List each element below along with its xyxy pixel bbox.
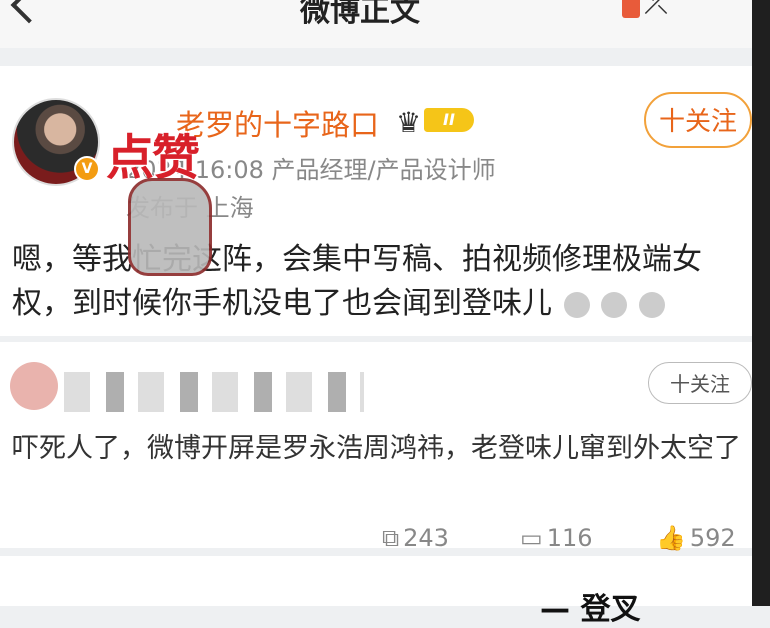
red-packet-icon[interactable] xyxy=(622,0,640,18)
comment-count: 116 xyxy=(546,524,593,552)
repost-stat[interactable]: ⧉ 243 xyxy=(382,524,449,552)
emoji-icon xyxy=(601,291,628,318)
back-icon[interactable] xyxy=(10,0,48,24)
comment-text: 吓死人了，微博开屏是罗永浩周鸿祎，老登味儿窜到外太空了 xyxy=(12,433,741,464)
more-icon[interactable]: ••• xyxy=(700,0,759,15)
comment-card: 十关注 吓死人了，微博开屏是罗永浩周鸿祎，老登味儿窜到外太空了 ⧉ 243 ▭ 11… xyxy=(0,342,752,552)
commenter-avatar[interactable] xyxy=(10,362,58,410)
crown-icon: ♛ xyxy=(396,106,422,139)
post-card: V 老罗的十字路口 ♛ II 十关注 2024 16:08 产品经理/产品设计师… xyxy=(0,66,752,336)
follow-button[interactable]: 十关注 xyxy=(644,92,752,148)
bottom-strip: — 登叉 xyxy=(0,556,752,627)
share-icon[interactable]: ⤫ xyxy=(644,0,668,21)
like-stat[interactable]: 👍 592 xyxy=(656,524,736,552)
emoji-icon xyxy=(563,291,590,318)
like-icon: 👍 xyxy=(656,524,686,552)
emoji-icon xyxy=(638,291,665,318)
level-badge: II xyxy=(424,108,474,132)
bottom-partial-text: — 登叉 xyxy=(540,592,641,627)
verified-badge: V xyxy=(74,156,100,182)
repost-icon: ⧉ xyxy=(382,524,400,552)
comment-stat[interactable]: ▭ 116 xyxy=(520,524,593,552)
right-edge xyxy=(752,0,770,606)
commenter-name-blurred xyxy=(64,372,364,412)
top-bar: 微博正文 ⤫ ••• xyxy=(0,0,757,48)
like-count: 592 xyxy=(689,524,736,552)
comment-icon: ▭ xyxy=(520,524,543,552)
thumbs-up-icon xyxy=(128,178,212,276)
page-title: 微博正文 xyxy=(300,0,420,29)
repost-count: 243 xyxy=(403,524,449,552)
like-sticker: 点赞 xyxy=(98,116,238,276)
comment-follow-button[interactable]: 十关注 xyxy=(648,362,752,404)
